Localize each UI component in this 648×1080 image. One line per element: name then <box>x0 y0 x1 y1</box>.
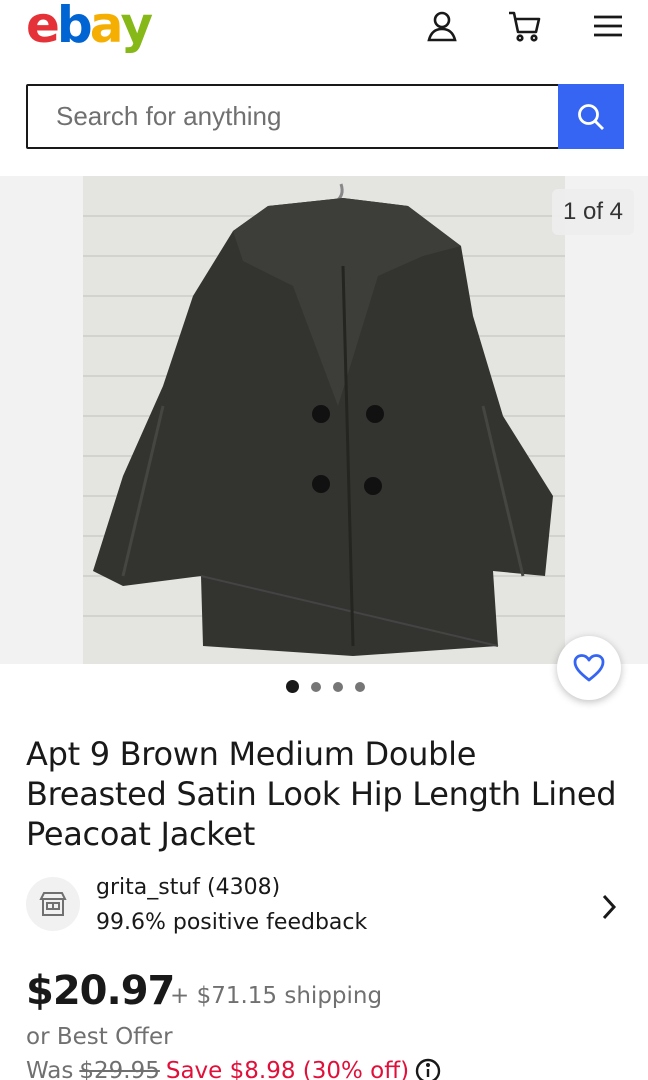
was-price-row: Was $29.95 Save $8.98 (30% off) <box>26 1058 441 1080</box>
product-image[interactable] <box>83 176 565 664</box>
pagination-dot-3[interactable] <box>333 681 343 692</box>
image-gallery[interactable] <box>0 176 648 664</box>
shipping-cost: + $71.15 shipping <box>170 983 383 1009</box>
logo-letter-b: b <box>56 0 93 54</box>
watchlist-button[interactable] <box>557 636 621 700</box>
search-input[interactable] <box>28 86 558 147</box>
header: ebay <box>0 0 648 60</box>
savings-text: Save $8.98 (30% off) <box>165 1058 410 1080</box>
user-icon[interactable] <box>422 6 462 46</box>
logo-letter-a: a <box>89 0 124 54</box>
seller-feedback: 99.6% positive feedback <box>96 910 368 935</box>
cart-icon[interactable] <box>505 6 545 46</box>
info-icon[interactable] <box>415 1058 441 1080</box>
logo-letter-e: e <box>26 0 60 54</box>
item-title: Apt 9 Brown Medium Double Breasted Satin… <box>26 735 617 853</box>
store-icon <box>26 877 80 931</box>
logo-letter-y: y <box>120 0 153 54</box>
heart-icon <box>573 654 605 682</box>
pagination-dot-4[interactable] <box>355 681 365 692</box>
image-counter: 1 of 4 <box>552 189 634 235</box>
chevron-right-icon[interactable] <box>594 892 624 922</box>
menu-icon[interactable] <box>588 6 628 46</box>
gallery-pagination <box>286 680 365 693</box>
seller-name[interactable]: grita_stuf (4308) <box>96 875 280 900</box>
pagination-dot-1[interactable] <box>286 680 299 693</box>
was-label: Was <box>26 1058 74 1080</box>
item-price: $20.97 <box>26 968 175 1014</box>
pagination-dot-2[interactable] <box>311 681 321 692</box>
seller-card[interactable]: grita_stuf (4308) 99.6% positive feedbac… <box>26 872 624 942</box>
search-bar <box>26 84 624 149</box>
search-button[interactable] <box>558 84 624 149</box>
search-icon <box>578 103 604 130</box>
best-offer-label: or Best Offer <box>26 1024 173 1050</box>
ebay-logo[interactable]: ebay <box>26 0 153 54</box>
was-price: $29.95 <box>79 1058 160 1080</box>
